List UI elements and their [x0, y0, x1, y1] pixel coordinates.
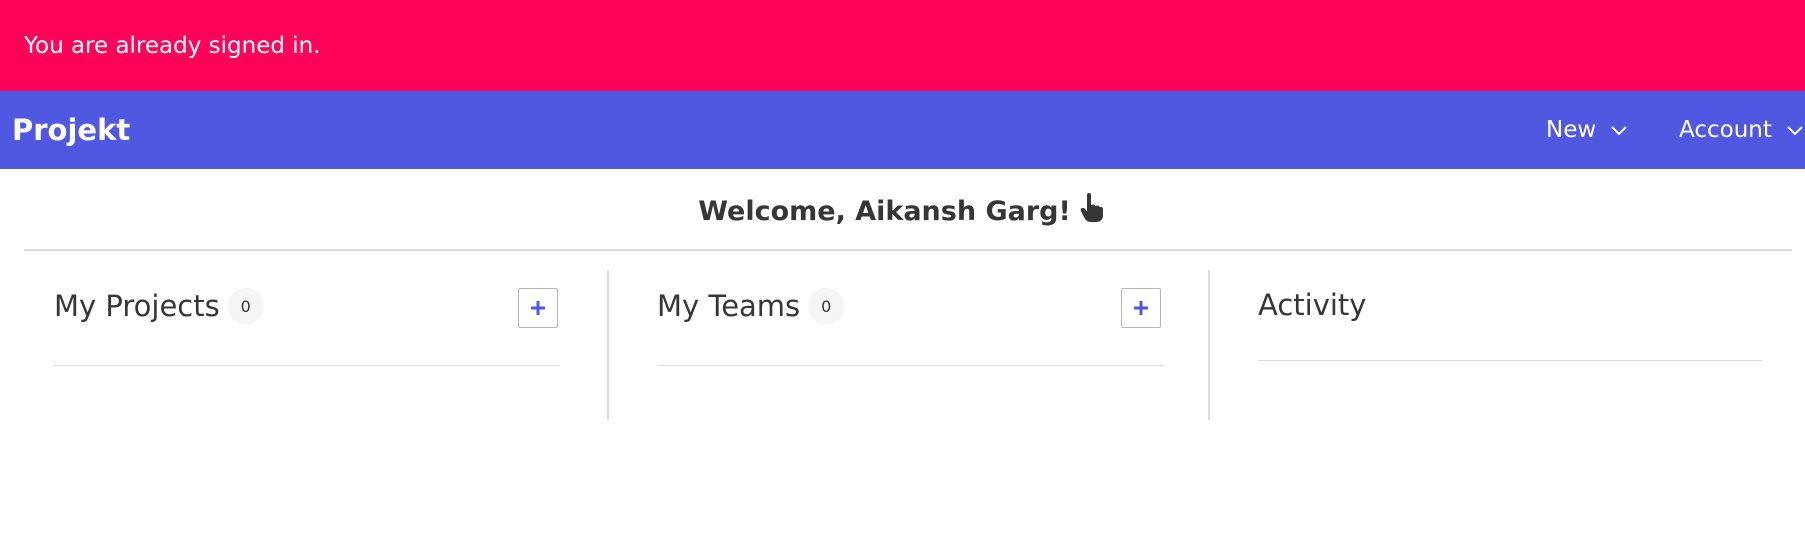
activity-divider [1258, 360, 1762, 361]
flash-message: You are already signed in. [24, 32, 321, 59]
my-teams-header: My Teams 0 [657, 288, 845, 324]
teams-count-badge: 0 [808, 288, 845, 324]
plus-icon [531, 301, 545, 315]
chevron-down-icon [1786, 117, 1804, 143]
top-navbar: Projekt New Account [0, 91, 1805, 169]
nav-new-label: New [1546, 117, 1597, 143]
add-team-button[interactable] [1121, 288, 1161, 328]
activity-header: Activity [1258, 288, 1366, 322]
my-projects-header: My Projects 0 [54, 288, 264, 324]
flash-notification: You are already signed in. [0, 0, 1805, 91]
chevron-down-icon [1610, 117, 1628, 143]
activity-panel: Activity [1208, 270, 1792, 420]
projects-count-badge: 0 [227, 288, 264, 324]
plus-icon [1134, 301, 1148, 315]
my-projects-panel: My Projects 0 [24, 270, 607, 420]
projects-divider [54, 365, 560, 366]
add-project-button[interactable] [518, 288, 558, 328]
my-teams-panel: My Teams 0 [607, 270, 1208, 420]
pointing-hand-icon [1077, 192, 1107, 231]
nav-account-label: Account [1679, 117, 1772, 143]
my-teams-title: My Teams [657, 289, 801, 323]
teams-divider [657, 365, 1164, 366]
activity-title: Activity [1258, 288, 1367, 322]
welcome-heading: Welcome, Aikansh Garg! [0, 192, 1805, 228]
nav-account-dropdown[interactable]: Account [1679, 91, 1804, 169]
welcome-divider [24, 249, 1792, 251]
welcome-text: Welcome, Aikansh Garg! [698, 196, 1071, 227]
my-projects-title: My Projects [54, 289, 220, 323]
nav-new-dropdown[interactable]: New [1546, 91, 1628, 169]
brand-logo[interactable]: Projekt [12, 91, 130, 169]
